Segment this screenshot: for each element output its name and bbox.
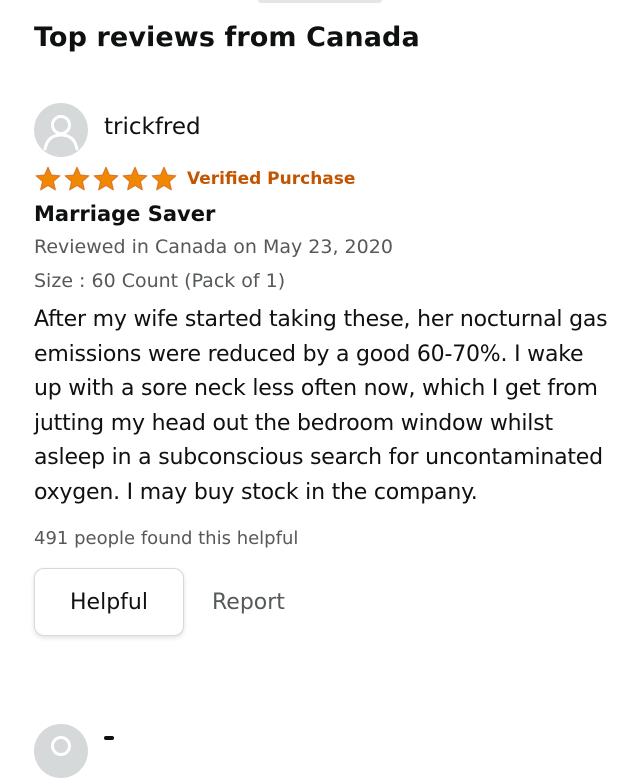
star-rating[interactable] [34, 166, 178, 192]
review-body: After my wife started taking these, her … [34, 307, 608, 505]
next-review-avatar-icon [34, 724, 88, 778]
star-icon [150, 166, 178, 192]
section-title: Top reviews from Canada [34, 22, 420, 53]
next-reviewer-name-fragment [104, 736, 114, 740]
star-icon [63, 166, 91, 192]
user-avatar-icon [34, 103, 88, 157]
helpful-button[interactable]: Helpful [34, 568, 184, 636]
star-icon [34, 166, 62, 192]
review-date: Reviewed in Canada on May 23, 2020 [34, 236, 393, 258]
review-actions: Helpful Report [34, 568, 614, 636]
star-icon [121, 166, 149, 192]
verified-purchase-badge[interactable]: Verified Purchase [187, 169, 355, 189]
reviewer-name[interactable]: trickfred [104, 114, 201, 140]
rating-row: Verified Purchase [34, 165, 614, 193]
review-card: trickfred Verified Purchase Marriage Sav… [34, 100, 614, 636]
star-icon [92, 166, 120, 192]
reviewer-profile[interactable]: trickfred [34, 100, 614, 160]
review-title[interactable]: Marriage Saver [34, 199, 614, 229]
report-link[interactable]: Report [212, 590, 285, 615]
helpful-count: 491 people found this helpful [34, 528, 299, 549]
top-divider [258, 0, 382, 3]
product-variant: Size : 60 Count (Pack of 1) [34, 270, 286, 292]
